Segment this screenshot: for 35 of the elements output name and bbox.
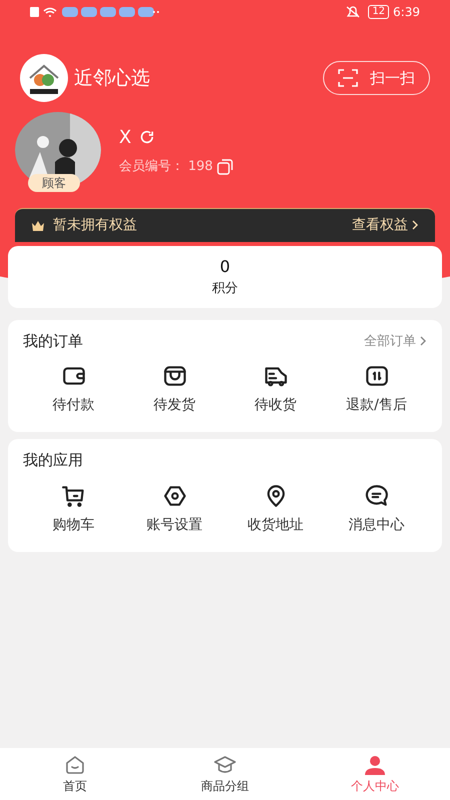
- shortcut-button[interactable]: 待收货: [225, 358, 326, 420]
- refresh-icon[interactable]: [139, 129, 156, 146]
- shortcut-button[interactable]: 账号设置: [124, 479, 225, 540]
- app-name: 近邻心选: [74, 66, 150, 91]
- nav-tab[interactable]: 个人中心: [300, 748, 450, 800]
- chat-bubble-icon: [364, 483, 390, 509]
- nav-tab[interactable]: 首页: [0, 748, 150, 800]
- user-name: X: [119, 126, 132, 150]
- view-benefits-link[interactable]: 查看权益: [352, 215, 419, 236]
- member-number: 会员编号： 198: [119, 158, 213, 176]
- battery-level: 12: [368, 5, 390, 19]
- points-value: 0: [220, 256, 230, 278]
- shortcut-button[interactable]: 消息中心: [326, 479, 427, 540]
- role-badge: 顾客: [28, 174, 80, 192]
- section-title: 我的订单: [23, 331, 83, 352]
- chevron-right-icon: [411, 220, 419, 230]
- nav-tab[interactable]: 商品分组: [150, 748, 300, 800]
- chevron-right-icon: [419, 336, 427, 346]
- all-orders-link[interactable]: 全部订单: [364, 332, 427, 351]
- status-time: 6:39: [393, 4, 420, 21]
- shortcut-button[interactable]: 待付款: [23, 358, 124, 420]
- scan-icon: [338, 69, 358, 87]
- shortcut-button[interactable]: 购物车: [23, 479, 124, 540]
- scan-button[interactable]: 扫一扫: [323, 61, 430, 95]
- shortcut-button[interactable]: 退款/售后: [326, 358, 427, 420]
- logo-icon: [20, 54, 68, 102]
- shortcut-button[interactable]: 待发货: [124, 358, 225, 420]
- mute-icon: [346, 6, 360, 18]
- shortcut-button[interactable]: 收货地址: [225, 479, 326, 540]
- section-title: 我的应用: [23, 450, 84, 470]
- crown-icon: [31, 220, 45, 232]
- points-label: 积分: [212, 280, 238, 298]
- benefits-text: 暂未拥有权益: [53, 216, 137, 235]
- copy-icon[interactable]: [216, 158, 233, 174]
- user-icon: [362, 753, 388, 777]
